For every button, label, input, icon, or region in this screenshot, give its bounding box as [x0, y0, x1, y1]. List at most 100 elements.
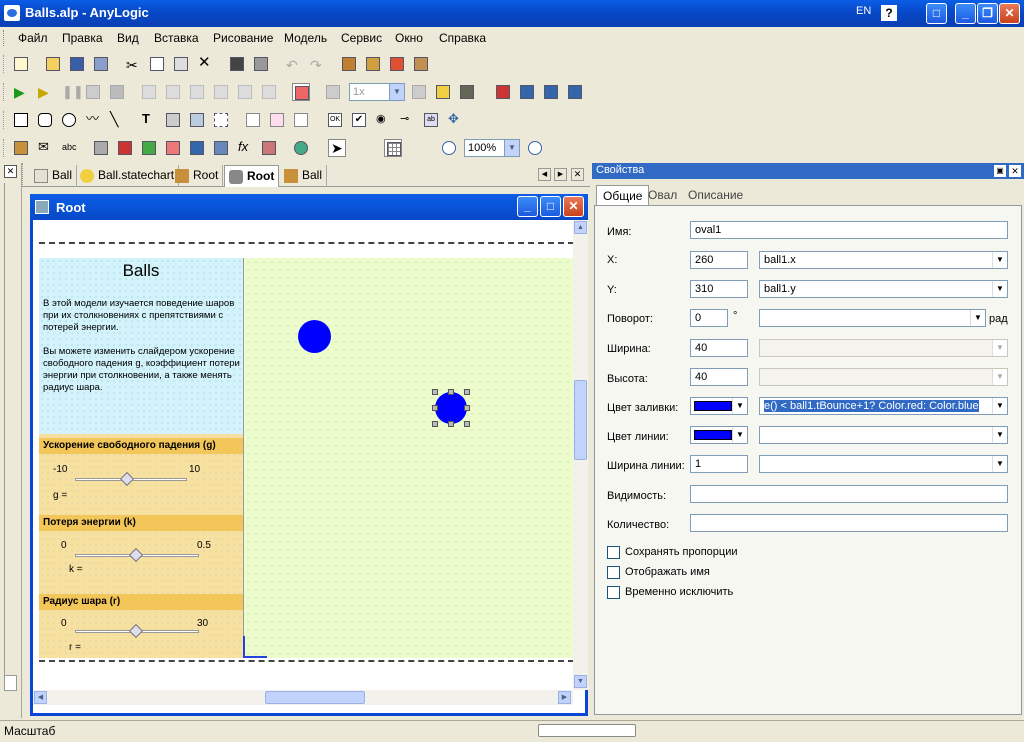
document-check-icon[interactable] [292, 83, 310, 101]
distribution-icon[interactable] [188, 139, 206, 157]
line-width-input[interactable]: 1 [690, 455, 748, 473]
text-icon[interactable]: T [140, 111, 158, 129]
left-panel-scroll-arrows[interactable] [4, 675, 17, 691]
scroll-down-icon[interactable]: ▼ [574, 675, 587, 688]
grid-icon[interactable] [384, 139, 402, 157]
find-icon[interactable] [228, 55, 246, 73]
menu-model[interactable]: Модель [284, 31, 327, 45]
sim-tool4-icon[interactable] [212, 83, 230, 101]
replace-icon[interactable] [252, 55, 270, 73]
line-color-select[interactable]: ▼ [690, 426, 748, 444]
fill-expression-select[interactable]: e() < ball1.tBounce+1? Color.red: Color.… [759, 397, 1008, 415]
scroll-right-icon[interactable]: ▶ [558, 691, 571, 704]
menu-edit[interactable]: Правка [62, 31, 103, 45]
radius-slider-thumb[interactable] [128, 623, 144, 639]
scroll-left-icon[interactable]: ◀ [34, 691, 47, 704]
height-input[interactable]: 40 [690, 368, 748, 386]
presentation-icon[interactable] [388, 55, 406, 73]
exclude-temporarily-checkbox[interactable]: Временно исключить [607, 586, 733, 599]
show-name-checkbox[interactable]: Отображать имя [607, 566, 710, 579]
image-icon[interactable] [164, 111, 182, 129]
abc-icon[interactable]: abc [60, 139, 78, 157]
rounded-rect-icon[interactable] [36, 111, 54, 129]
slider-control-icon[interactable]: ⊸ [398, 111, 416, 129]
menu-insert[interactable]: Вставка [154, 31, 199, 45]
open-icon[interactable] [44, 55, 62, 73]
language-indicator[interactable]: EN [856, 5, 871, 17]
rectangle-icon[interactable] [12, 111, 30, 129]
move-control-icon[interactable]: ✥ [446, 111, 464, 129]
tab-ball[interactable]: Ball [30, 165, 78, 187]
polyline-icon[interactable]: 〰 [84, 111, 102, 129]
line-width-expression-select[interactable]: ▼ [759, 455, 1008, 473]
menu-tools[interactable]: Сервис [341, 31, 382, 45]
snap-icon[interactable] [408, 139, 426, 157]
menu-draw[interactable]: Рисование [213, 31, 273, 45]
height-expression-select[interactable]: ▼ [759, 368, 1008, 386]
x-input[interactable]: 260 [690, 251, 748, 269]
rewind-icon[interactable] [324, 83, 342, 101]
menu-window[interactable]: Окно [395, 31, 423, 45]
copy-icon[interactable] [148, 55, 166, 73]
schedule-icon[interactable] [260, 139, 278, 157]
network-icon[interactable] [116, 139, 134, 157]
resize-handle[interactable] [448, 421, 454, 427]
message-icon[interactable]: ✉ [36, 139, 54, 157]
tab-root[interactable]: Root [171, 165, 224, 187]
function-icon[interactable]: fx [236, 139, 254, 157]
library-icon[interactable] [364, 55, 382, 73]
resize-handle[interactable] [432, 405, 438, 411]
oval-icon[interactable] [60, 111, 78, 129]
maximize-button[interactable]: ❐ [977, 3, 998, 24]
camera-icon[interactable] [458, 83, 476, 101]
zoom-in-icon[interactable] [526, 139, 544, 157]
sim-tool2-icon[interactable] [164, 83, 182, 101]
sim-tool3-icon[interactable] [188, 83, 206, 101]
fill-color-select[interactable]: ▼ [690, 397, 748, 415]
help-icon[interactable]: ? [881, 5, 897, 21]
sim-tool1-icon[interactable] [140, 83, 158, 101]
view-area-icon[interactable] [188, 111, 206, 129]
menu-file[interactable]: Файл [18, 31, 48, 45]
visibility-input[interactable] [690, 485, 1008, 503]
save-all-icon[interactable] [92, 55, 110, 73]
environment-icon[interactable] [140, 139, 158, 157]
minimize-button[interactable]: _ [955, 3, 976, 24]
energy-slider-thumb[interactable] [128, 547, 144, 563]
plot-control-icon[interactable] [292, 111, 310, 129]
y-expression-select[interactable]: ball1.y ▼ [759, 280, 1008, 298]
close-icon[interactable]: ✕ [4, 165, 17, 178]
build-icon[interactable] [340, 55, 358, 73]
horizontal-scrollbar[interactable]: ◀ ▶ [33, 690, 573, 705]
menu-help[interactable]: Справка [439, 31, 486, 45]
run-icon[interactable]: ▶ [12, 83, 30, 101]
vertical-scrollbar[interactable]: ▲ ▼ [573, 220, 588, 690]
publish-icon[interactable] [412, 55, 430, 73]
menu-view[interactable]: Вид [117, 31, 139, 45]
pause-icon[interactable]: ❚❚ [60, 83, 84, 101]
delete-icon[interactable]: ✕ [196, 55, 214, 73]
pan-icon[interactable] [352, 139, 370, 157]
fast-forward-icon[interactable] [410, 83, 428, 101]
left-panel-scroll[interactable] [4, 183, 17, 683]
horizontal-scroll-thumb[interactable] [265, 691, 365, 704]
name-input[interactable]: oval1 [690, 221, 1008, 239]
paste-icon[interactable] [172, 55, 190, 73]
tab-scroll-right-icon[interactable]: ▶ [554, 168, 567, 181]
close-icon[interactable]: ✕ [1009, 165, 1021, 177]
ok-button-control-icon[interactable]: OK [326, 111, 344, 129]
edit-box-control-icon[interactable]: ab [422, 111, 440, 129]
x-expression-select[interactable]: ball1.x ▼ [759, 251, 1008, 269]
save-icon[interactable] [68, 55, 86, 73]
resize-handle[interactable] [432, 421, 438, 427]
scroll-up-icon[interactable]: ▲ [574, 221, 587, 234]
zoom-select[interactable]: 100% ▼ [464, 139, 520, 157]
keep-proportions-checkbox[interactable]: Сохранять пропорции [607, 546, 738, 559]
y-input[interactable]: 310 [690, 280, 748, 298]
experiment3-icon[interactable] [566, 83, 584, 101]
tab-description[interactable]: Описание [682, 185, 749, 205]
oval1-selected[interactable] [435, 392, 467, 424]
speed-select[interactable]: 1x ▼ [349, 83, 405, 101]
tab-scroll-left-icon[interactable]: ◀ [538, 168, 551, 181]
rotation-expression-select[interactable]: ▼ [759, 309, 986, 327]
